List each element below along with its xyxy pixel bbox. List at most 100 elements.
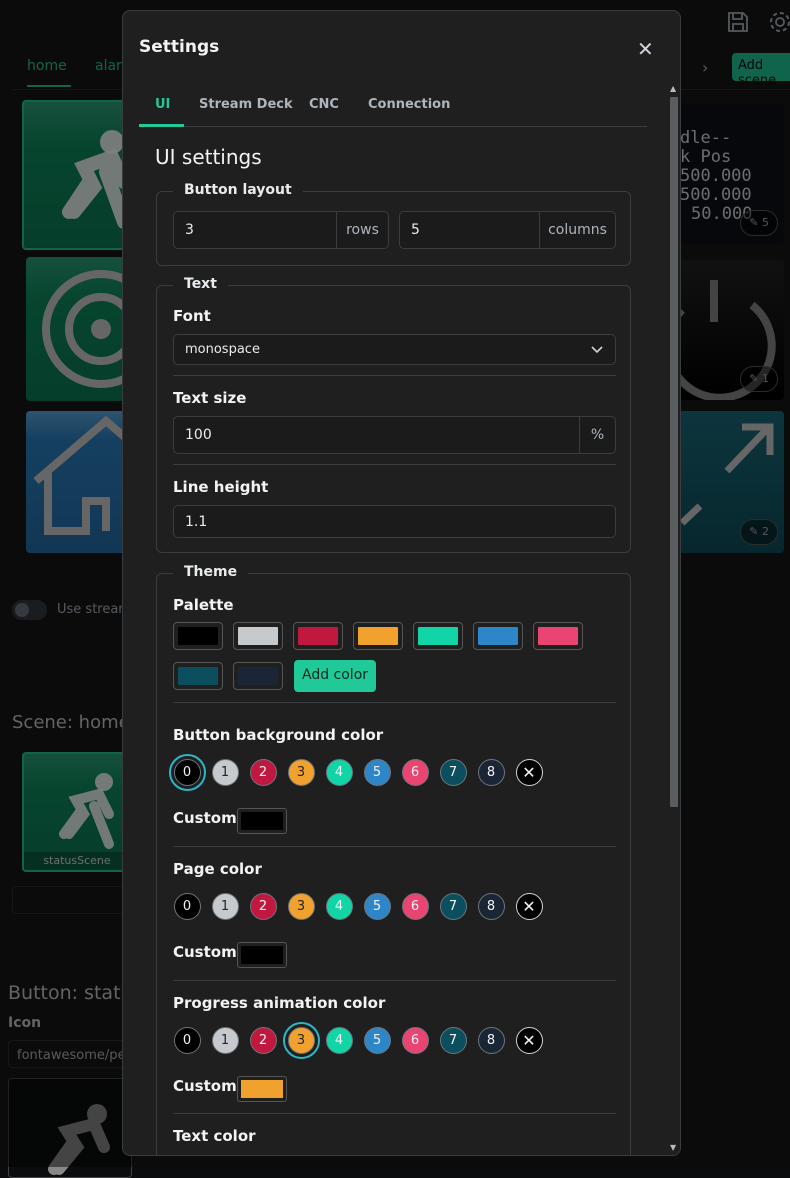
text-size-label: Text size bbox=[173, 389, 246, 407]
color-option-3[interactable]: 3 bbox=[288, 759, 315, 786]
color-option-6[interactable]: 6 bbox=[402, 893, 429, 920]
color-option-1[interactable]: 1 bbox=[212, 893, 239, 920]
modal-body: UI Stream Deck CNC Connection UI setting… bbox=[139, 83, 647, 1156]
custom-color-fill bbox=[241, 812, 283, 830]
columns-value: 5 bbox=[411, 222, 420, 238]
divider bbox=[173, 375, 616, 376]
palette-swatch-fill bbox=[298, 627, 338, 645]
columns-input[interactable]: 5 columns bbox=[399, 211, 616, 249]
close-icon[interactable]: ✕ bbox=[637, 37, 654, 61]
scroll-up-icon[interactable]: ▲ bbox=[670, 84, 676, 93]
tab-connection[interactable]: Connection bbox=[368, 97, 450, 112]
tab-ui[interactable]: UI bbox=[155, 97, 170, 112]
color-option-2[interactable]: 2 bbox=[250, 1027, 277, 1054]
theme-legend: Theme bbox=[173, 564, 248, 580]
settings-tabs: UI Stream Deck CNC Connection bbox=[139, 83, 647, 127]
palette-swatch[interactable] bbox=[413, 622, 463, 650]
palette-swatch[interactable] bbox=[173, 622, 223, 650]
font-select[interactable]: monospace bbox=[173, 334, 616, 365]
divider bbox=[173, 702, 616, 703]
line-height-value: 1.1 bbox=[185, 514, 207, 530]
page-color-custom-label: Custom bbox=[173, 943, 237, 961]
color-option-0[interactable]: 0 bbox=[174, 893, 201, 920]
scrollbar[interactable]: ▲ ▼ bbox=[667, 83, 681, 1156]
color-option-4[interactable]: 4 bbox=[326, 759, 353, 786]
line-height-input[interactable]: 1.1 bbox=[173, 505, 616, 538]
palette-swatch[interactable] bbox=[293, 622, 343, 650]
text-size-input[interactable]: 100 % bbox=[173, 416, 616, 454]
palette-swatch[interactable] bbox=[173, 662, 223, 690]
button-bg-label: Button background color bbox=[173, 726, 383, 744]
palette-swatch-fill bbox=[178, 627, 218, 645]
section-heading: UI settings bbox=[155, 145, 262, 169]
palette-label: Palette bbox=[173, 596, 234, 614]
divider bbox=[173, 846, 616, 847]
color-option-7[interactable]: 7 bbox=[440, 759, 467, 786]
color-option-5[interactable]: 5 bbox=[364, 893, 391, 920]
font-label: Font bbox=[173, 307, 211, 325]
button-layout-legend: Button layout bbox=[173, 182, 303, 198]
palette-swatch-fill bbox=[238, 627, 278, 645]
modal-title: Settings bbox=[139, 37, 219, 57]
color-option-1[interactable]: 1 bbox=[212, 1027, 239, 1054]
scrollbar-thumb[interactable] bbox=[670, 97, 678, 807]
palette-swatch-fill bbox=[478, 627, 518, 645]
chevron-down-icon bbox=[591, 345, 603, 355]
color-option-4[interactable]: 4 bbox=[326, 1027, 353, 1054]
color-option-0[interactable]: 0 bbox=[174, 759, 201, 786]
active-tab-indicator bbox=[139, 124, 184, 127]
color-option-2[interactable]: 2 bbox=[250, 759, 277, 786]
color-option-5[interactable]: 5 bbox=[364, 1027, 391, 1054]
color-option-7[interactable]: 7 bbox=[440, 1027, 467, 1054]
tab-stream-deck[interactable]: Stream Deck bbox=[199, 97, 293, 112]
divider bbox=[173, 464, 616, 465]
progress-color-label: Progress animation color bbox=[173, 994, 385, 1012]
palette-swatch-fill bbox=[238, 667, 278, 685]
palette-swatch[interactable] bbox=[233, 662, 283, 690]
palette-swatch[interactable] bbox=[353, 622, 403, 650]
color-option-4[interactable]: 4 bbox=[326, 893, 353, 920]
color-option-1[interactable]: 1 bbox=[212, 759, 239, 786]
color-option-2[interactable]: 2 bbox=[250, 893, 277, 920]
palette-swatch[interactable] bbox=[233, 622, 283, 650]
divider bbox=[173, 980, 616, 981]
palette-swatch[interactable] bbox=[533, 622, 583, 650]
font-value: monospace bbox=[185, 342, 260, 357]
color-option-8[interactable]: 8 bbox=[478, 1027, 505, 1054]
page-color-label: Page color bbox=[173, 860, 262, 878]
rows-input[interactable]: 3 rows bbox=[173, 211, 389, 249]
palette-swatch[interactable] bbox=[473, 622, 523, 650]
text-color-label: Text color bbox=[173, 1127, 256, 1145]
palette-swatch-fill bbox=[418, 627, 458, 645]
clear-color-icon[interactable]: ✕ bbox=[516, 1027, 543, 1054]
color-option-8[interactable]: 8 bbox=[478, 759, 505, 786]
color-option-6[interactable]: 6 bbox=[402, 759, 429, 786]
color-option-3[interactable]: 3 bbox=[288, 893, 315, 920]
color-option-6[interactable]: 6 bbox=[402, 1027, 429, 1054]
settings-modal: Settings ✕ UI Stream Deck CNC Connection… bbox=[122, 10, 681, 1156]
palette-swatch-fill bbox=[358, 627, 398, 645]
color-option-5[interactable]: 5 bbox=[364, 759, 391, 786]
button-bg-custom-label: Custom bbox=[173, 809, 237, 827]
scroll-down-icon[interactable]: ▼ bbox=[670, 1143, 676, 1152]
text-size-unit: % bbox=[579, 417, 615, 453]
color-option-0[interactable]: 0 bbox=[174, 1027, 201, 1054]
button-bg-custom-swatch[interactable] bbox=[237, 808, 287, 834]
add-color-button[interactable]: Add color bbox=[294, 660, 376, 692]
divider bbox=[173, 1113, 616, 1114]
clear-color-icon[interactable]: ✕ bbox=[516, 759, 543, 786]
palette-swatch-fill bbox=[178, 667, 218, 685]
custom-color-fill bbox=[241, 1080, 283, 1098]
text-size-value: 100 bbox=[185, 427, 212, 443]
progress-custom-label: Custom bbox=[173, 1077, 237, 1095]
columns-unit: columns bbox=[539, 212, 615, 248]
tab-cnc[interactable]: CNC bbox=[309, 97, 339, 112]
color-option-7[interactable]: 7 bbox=[440, 893, 467, 920]
page-color-custom-swatch[interactable] bbox=[237, 942, 287, 968]
clear-color-icon[interactable]: ✕ bbox=[516, 893, 543, 920]
progress-custom-swatch[interactable] bbox=[237, 1076, 287, 1102]
color-option-3[interactable]: 3 bbox=[288, 1027, 315, 1054]
palette-swatch-fill bbox=[538, 627, 578, 645]
color-option-8[interactable]: 8 bbox=[478, 893, 505, 920]
custom-color-fill bbox=[241, 946, 283, 964]
